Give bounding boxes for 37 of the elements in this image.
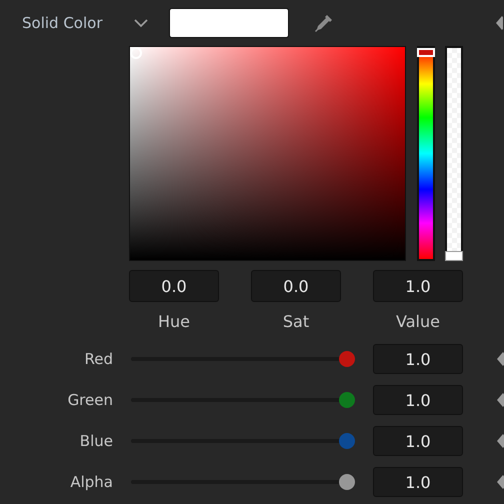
hue-bar[interactable] bbox=[417, 46, 435, 261]
field-label: Value bbox=[396, 312, 440, 332]
slider-label: Green bbox=[66, 391, 113, 409]
eyedropper-icon[interactable] bbox=[314, 13, 334, 33]
slider-thumb[interactable] bbox=[339, 474, 355, 490]
picker-marker[interactable] bbox=[130, 47, 142, 59]
color-slider[interactable] bbox=[131, 474, 355, 490]
keyframe-icon[interactable] bbox=[497, 475, 504, 489]
color-mode-label: Solid Color bbox=[22, 14, 104, 32]
slider-thumb[interactable] bbox=[339, 433, 355, 449]
keyframe-icon[interactable] bbox=[497, 434, 504, 448]
field-label: Sat bbox=[282, 312, 310, 332]
keyframe-icon[interactable] bbox=[496, 16, 503, 30]
value-field[interactable]: 1.0 bbox=[373, 344, 463, 374]
color-slider[interactable] bbox=[131, 433, 355, 449]
color-slider[interactable] bbox=[131, 392, 355, 408]
chevron-down-icon[interactable] bbox=[134, 18, 148, 28]
alpha-handle[interactable] bbox=[445, 251, 463, 261]
value-field[interactable]: 1.0 bbox=[373, 385, 463, 415]
slider-thumb[interactable] bbox=[339, 392, 355, 408]
saturation-value-field[interactable] bbox=[129, 46, 406, 261]
keyframe-icon[interactable] bbox=[497, 393, 504, 407]
alpha-bar[interactable] bbox=[445, 46, 463, 261]
hue-handle[interactable] bbox=[417, 48, 435, 57]
keyframe-icon[interactable] bbox=[497, 352, 504, 366]
field-label: Hue bbox=[158, 312, 190, 332]
value-field[interactable]: 1.0 bbox=[373, 426, 463, 456]
value-field[interactable]: 1.0 bbox=[373, 467, 463, 497]
slider-label: Blue bbox=[78, 432, 113, 450]
value-field[interactable]: 0.0 bbox=[251, 270, 341, 302]
value-field[interactable]: 0.0 bbox=[129, 270, 219, 302]
slider-thumb[interactable] bbox=[339, 351, 355, 367]
slider-label: Red bbox=[84, 350, 113, 368]
value-field[interactable]: 1.0 bbox=[373, 270, 463, 302]
slider-label: Alpha bbox=[69, 473, 113, 491]
color-slider[interactable] bbox=[131, 351, 355, 367]
color-swatch[interactable] bbox=[169, 8, 289, 38]
